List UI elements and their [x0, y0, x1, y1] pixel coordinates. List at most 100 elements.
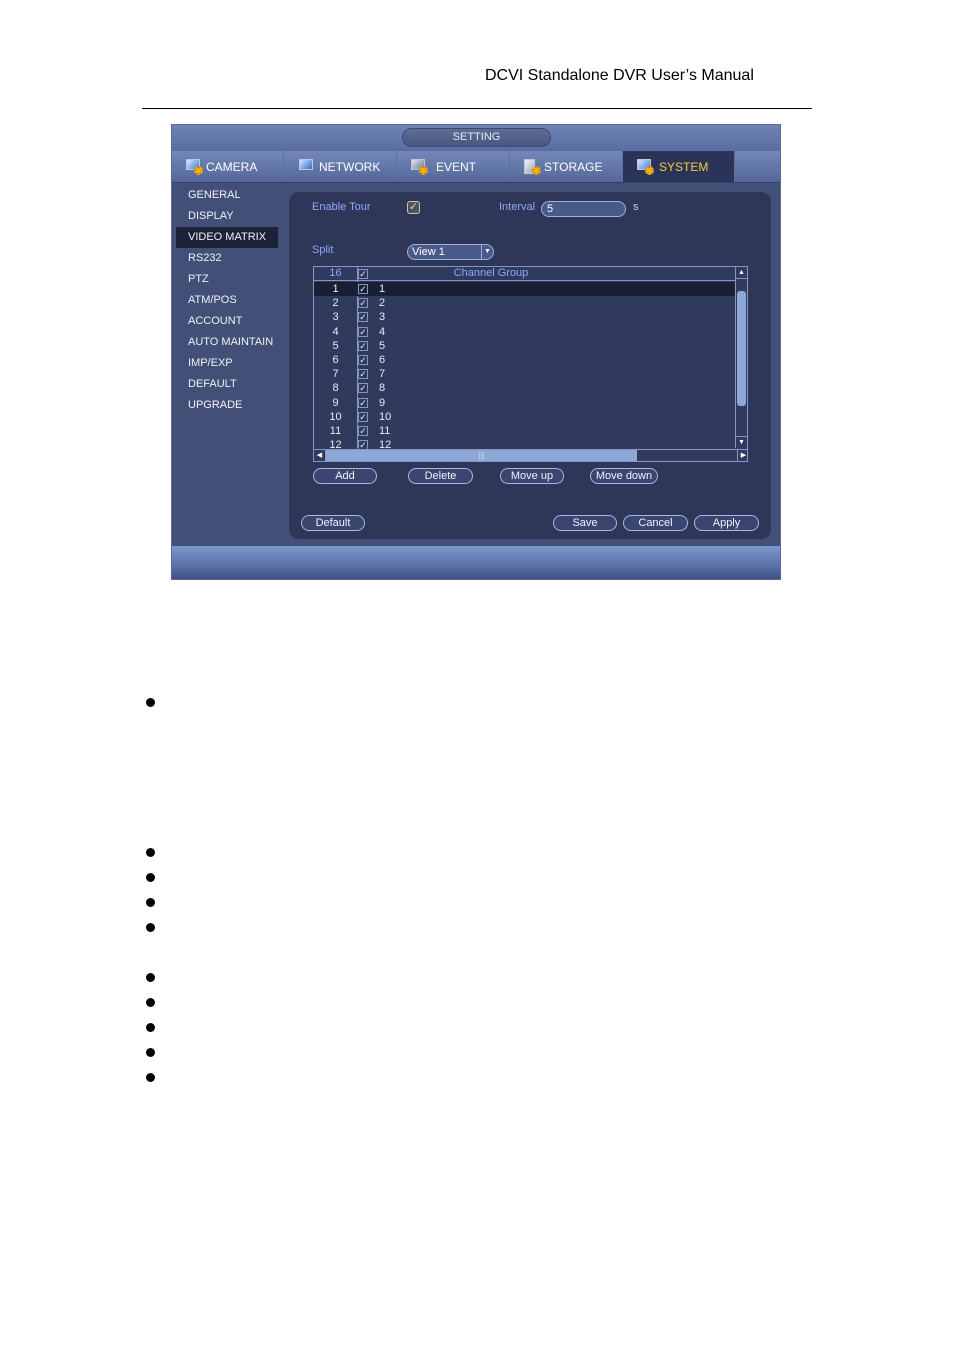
tab-storage[interactable]: STORAGE	[510, 151, 623, 182]
channel-group-value: 6	[379, 354, 386, 366]
vertical-scroll-thumb[interactable]	[737, 291, 746, 406]
row-checkbox[interactable]: ✓	[358, 312, 368, 323]
table-row[interactable]: 1 ✓ 1	[314, 282, 736, 296]
scroll-left-icon[interactable]: ◀	[314, 450, 326, 461]
chevron-down-icon: ▼	[481, 245, 493, 259]
storage-icon	[523, 158, 541, 175]
row-checkbox[interactable]: ✓	[358, 369, 368, 380]
row-checkbox[interactable]: ✓	[358, 383, 368, 394]
tab-label: SYSTEM	[659, 159, 709, 174]
row-checkbox[interactable]: ✓	[358, 298, 368, 309]
move-up-button[interactable]: Move up	[500, 468, 564, 484]
select-all-checkbox[interactable]: ✓	[358, 269, 368, 279]
dvr-settings-window: SETTING CAMERA NETWORK EVENT STORAGE SYS…	[171, 124, 781, 580]
table-row[interactable]: 2 ✓ 2	[314, 296, 736, 310]
channel-group-table: 16 ✓ Channel Group 1 ✓ 1 2 ✓ 2 3 ✓ 3 4 ✓ 4 5 ✓ 5 6 ✓ 6 7 ✓ 7…	[313, 266, 748, 462]
tab-event[interactable]: EVENT	[397, 151, 510, 182]
table-row[interactable]: 8 ✓ 8	[314, 381, 736, 395]
row-number: 10	[329, 410, 342, 423]
row-number: 5	[332, 339, 339, 352]
header-divider	[142, 108, 812, 109]
sidebar-item-general[interactable]: GENERAL	[176, 185, 278, 206]
video-matrix-panel: Enable Tour ✓ Interval 5 s Split View 1 …	[289, 192, 771, 539]
bullet-icon	[146, 698, 155, 707]
add-button[interactable]: Add	[313, 468, 377, 484]
header-count: 16	[329, 267, 342, 279]
row-number: 1	[332, 283, 339, 295]
table-row[interactable]: 9 ✓ 9	[314, 396, 736, 410]
sidebar-item-imp-exp[interactable]: IMP/EXP	[176, 353, 278, 374]
table-row[interactable]: 4 ✓ 4	[314, 325, 736, 339]
channel-group-value: 5	[379, 339, 386, 352]
document-header-title: DCVI Standalone DVR User’s Manual	[485, 67, 754, 84]
tab-camera[interactable]: CAMERA	[172, 151, 284, 182]
scroll-up-icon[interactable]: ▲	[736, 267, 747, 279]
sidebar-item-atm-pos[interactable]: ATM/POS	[176, 290, 278, 311]
row-number: 6	[332, 354, 339, 366]
checkmark-icon: ✓	[408, 201, 419, 213]
table-row[interactable]: 7 ✓ 7	[314, 367, 736, 381]
row-checkbox[interactable]: ✓	[358, 411, 368, 422]
row-number: 3	[332, 311, 339, 324]
vertical-scrollbar[interactable]: ▲ ▼	[735, 267, 747, 448]
bullet-icon	[146, 1023, 155, 1032]
interval-unit: s	[633, 201, 639, 213]
footer-bar	[172, 546, 780, 579]
sidebar-item-display[interactable]: DISPLAY	[176, 206, 278, 227]
bullet-icon	[146, 973, 155, 982]
bullet-icon	[146, 1048, 155, 1057]
title-bar: SETTING	[172, 125, 780, 151]
channel-group-value: 11	[379, 425, 391, 437]
network-icon	[298, 158, 316, 175]
bullet-icon	[146, 873, 155, 882]
sidebar-item-account[interactable]: ACCOUNT	[176, 311, 278, 332]
sidebar-item-ptz[interactable]: PTZ	[176, 269, 278, 290]
row-number: 2	[332, 297, 339, 310]
interval-input[interactable]: 5	[541, 201, 626, 217]
sidebar-item-upgrade[interactable]: UPGRADE	[176, 395, 278, 416]
table-row[interactable]: 11 ✓ 11	[314, 424, 736, 438]
window-title: SETTING	[402, 128, 551, 147]
interval-label: Interval	[499, 201, 536, 213]
save-button[interactable]: Save	[553, 515, 617, 531]
row-checkbox[interactable]: ✓	[358, 426, 368, 436]
tab-label: EVENT	[436, 159, 477, 174]
horizontal-scroll-thumb[interactable]: |||	[326, 450, 637, 461]
move-down-button[interactable]: Move down	[590, 468, 658, 484]
channel-group-value: 3	[379, 311, 386, 324]
sidebar-item-rs232[interactable]: RS232	[176, 248, 278, 269]
tab-system[interactable]: SYSTEM	[623, 151, 735, 182]
sidebar-item-video-matrix[interactable]: VIDEO MATRIX	[176, 227, 278, 248]
scroll-right-icon[interactable]: ▶	[737, 450, 747, 461]
table-row[interactable]: 5 ✓ 5	[314, 339, 736, 353]
split-select[interactable]: View 1 ▼	[407, 244, 494, 260]
default-button[interactable]: Default	[301, 515, 365, 531]
table-row[interactable]: 3 ✓ 3	[314, 310, 736, 324]
row-number: 4	[332, 325, 339, 338]
row-checkbox[interactable]: ✓	[358, 397, 368, 408]
row-checkbox[interactable]: ✓	[358, 340, 368, 351]
tab-bar: CAMERA NETWORK EVENT STORAGE SYSTEM	[172, 151, 780, 183]
channel-group-value: 4	[379, 325, 386, 338]
row-checkbox[interactable]: ✓	[358, 326, 368, 337]
sidebar-item-auto-maintain[interactable]: AUTO MAINTAIN	[176, 332, 278, 353]
scroll-down-icon[interactable]: ▼	[736, 436, 747, 448]
bullet-icon	[146, 848, 155, 857]
table-row[interactable]: 10 ✓ 10	[314, 410, 736, 424]
delete-button[interactable]: Delete	[408, 468, 473, 484]
row-checkbox[interactable]: ✓	[358, 355, 368, 365]
channel-group-value: 2	[379, 297, 386, 310]
camera-settings-icon	[185, 158, 203, 175]
table-row[interactable]: 6 ✓ 6	[314, 353, 736, 367]
tab-label: NETWORK	[319, 159, 381, 174]
cancel-button[interactable]: Cancel	[623, 515, 688, 531]
channel-group-value: 8	[379, 382, 386, 395]
apply-button[interactable]: Apply	[694, 515, 759, 531]
row-checkbox[interactable]: ✓	[358, 284, 368, 294]
bullet-icon	[146, 1073, 155, 1082]
enable-tour-checkbox[interactable]: ✓	[407, 201, 420, 214]
horizontal-scrollbar[interactable]: ◀ ||| ▶	[314, 449, 747, 461]
tab-network[interactable]: NETWORK	[284, 151, 397, 182]
tab-label: CAMERA	[206, 159, 258, 174]
sidebar-item-default[interactable]: DEFAULT	[176, 374, 278, 395]
